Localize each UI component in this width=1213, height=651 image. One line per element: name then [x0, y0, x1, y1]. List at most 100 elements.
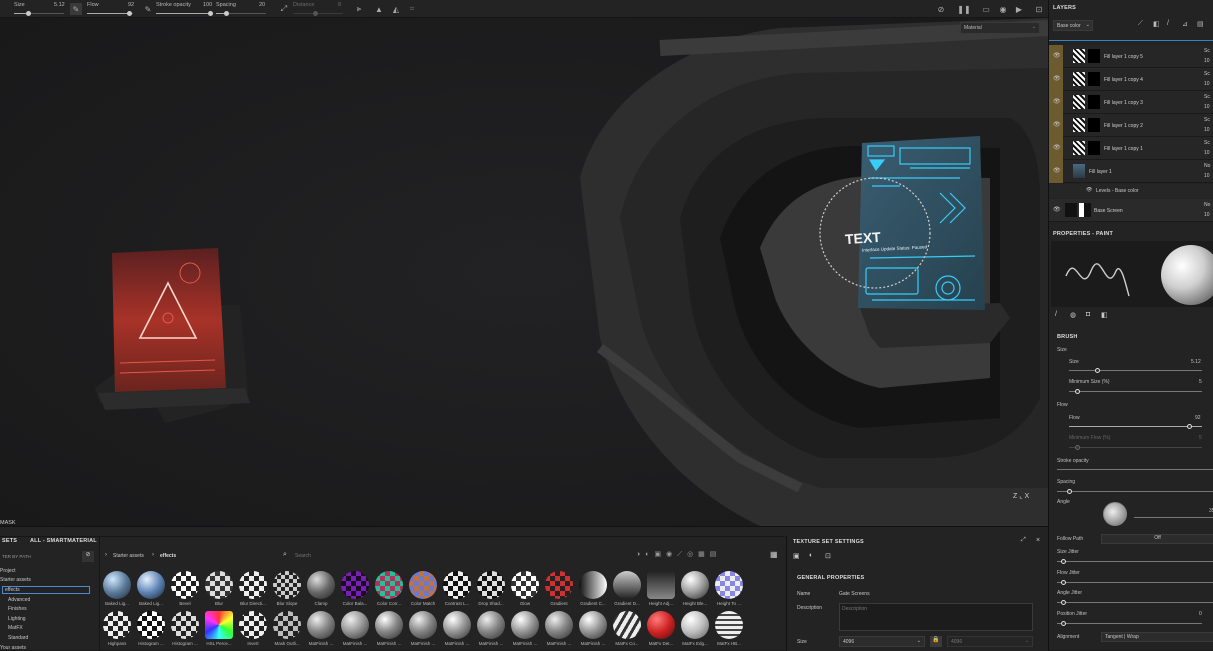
pressure-flow-icon[interactable]: ✎ — [142, 3, 154, 15]
material-thumb[interactable] — [647, 611, 675, 639]
layer-row-base[interactable]: 👁 Base Screen No 10 — [1049, 199, 1213, 222]
angle-jitter-slider[interactable] — [1057, 600, 1213, 605]
material-thumb[interactable] — [443, 611, 471, 639]
material-thumb[interactable] — [205, 611, 233, 639]
material-thumb[interactable] — [341, 571, 369, 599]
eye-icon[interactable]: 👁 — [1053, 144, 1061, 151]
material-thumb[interactable] — [409, 571, 437, 599]
layer-row[interactable]: 👁 Fill layer 1 copy 1 Sc 10 — [1049, 137, 1213, 160]
material-thumb[interactable] — [477, 571, 505, 599]
shelf-tab-sets[interactable]: SETS — [2, 538, 17, 544]
alignment-select[interactable]: Tangent | Wrap — [1101, 632, 1213, 642]
material-thumb[interactable] — [307, 611, 335, 639]
size-jitter-slider[interactable] — [1057, 559, 1213, 564]
maximize-icon[interactable]: ⤢ — [1021, 537, 1026, 544]
material-thumb[interactable] — [477, 611, 505, 639]
tree-item[interactable]: Your assets — [0, 645, 26, 651]
material-thumb[interactable] — [613, 611, 641, 639]
material-thumb[interactable] — [307, 571, 335, 599]
tree-item[interactable]: MatFX — [8, 625, 23, 631]
tree-item[interactable]: Starter assets — [0, 577, 31, 583]
material-thumb[interactable] — [137, 611, 165, 639]
flow-jitter-slider[interactable] — [1057, 580, 1213, 585]
layer-row[interactable]: 👁 Fill layer 1 copy 5 Sc 10 — [1049, 45, 1213, 68]
min-flow-slider[interactable] — [1069, 445, 1202, 450]
eye-icon[interactable]: 👁 — [1053, 75, 1061, 82]
material-thumb[interactable] — [137, 571, 165, 599]
eye-icon[interactable]: 👁 — [1053, 98, 1061, 105]
filter-row[interactable]: 👁 Levels - Base color — [1049, 184, 1213, 198]
tab-material-icon[interactable]: ◍ — [1070, 311, 1076, 319]
eye-icon[interactable]: 👁 — [1053, 121, 1061, 128]
3d-viewport[interactable]: TEXT Interface Update Status: Paused Mat… — [0, 18, 1048, 526]
material-thumb[interactable] — [545, 611, 573, 639]
uv-icon[interactable]: ⊡ — [825, 552, 831, 560]
material-thumb[interactable] — [205, 571, 233, 599]
material-thumb[interactable] — [239, 611, 267, 639]
tab-brush-icon[interactable]: / — [1055, 311, 1057, 318]
min-size-slider[interactable] — [1069, 389, 1202, 394]
symmetry-icon[interactable]: ⫸ — [353, 3, 365, 15]
distance-slider[interactable] — [293, 11, 343, 16]
pause-icon[interactable]: ❚❚ — [957, 3, 970, 15]
spacing-slider[interactable] — [1057, 489, 1213, 494]
material-thumb[interactable] — [681, 611, 709, 639]
stroke-opacity-slider[interactable] — [1057, 469, 1213, 470]
material-thumb[interactable] — [273, 611, 301, 639]
stroke-opacity-slider[interactable] — [156, 11, 213, 16]
material-thumb[interactable] — [647, 571, 675, 599]
angle-slider[interactable] — [1134, 517, 1213, 518]
tree-item[interactable]: Finishes — [8, 606, 27, 612]
close-icon[interactable]: × — [1036, 537, 1040, 544]
display-mode-select[interactable]: Material ⌄ — [960, 22, 1040, 34]
layer-row[interactable]: 👁 Fill layer 1 copy 4 Sc 10 — [1049, 68, 1213, 91]
lock-icon[interactable]: 🔒 — [930, 636, 942, 647]
shelf-tab-smartmaterial[interactable]: ALL - SMARTMATERIAL — [30, 538, 97, 544]
triangle-mirror-icon[interactable]: ▲ — [373, 3, 385, 15]
layer-row[interactable]: 👁 Fill layer 1 copy 3 Sc 10 — [1049, 91, 1213, 114]
material-thumb[interactable] — [171, 571, 199, 599]
pressure-size-icon[interactable]: ✎ — [70, 3, 82, 15]
folder-icon[interactable]: ▤ — [1197, 20, 1204, 28]
material-thumb[interactable] — [103, 571, 131, 599]
material-thumb[interactable] — [579, 611, 607, 639]
spacing-slider[interactable] — [216, 11, 266, 16]
material-thumb[interactable] — [715, 571, 743, 599]
flow-slider[interactable] — [87, 11, 133, 16]
video-icon[interactable]: ▶ — [1013, 3, 1025, 15]
lazy-mouse-icon[interactable]: ⤢ — [278, 3, 290, 15]
description-input[interactable] — [839, 603, 1033, 631]
add-effect-icon[interactable]: ⟋ — [1138, 20, 1143, 28]
angle-dial[interactable] — [1103, 502, 1127, 526]
size-select-2[interactable]: 4096 ⌄ — [947, 636, 1033, 647]
material-thumb[interactable] — [375, 611, 403, 639]
material-thumb[interactable] — [579, 571, 607, 599]
channel-select[interactable]: Base color ⌄ — [1053, 20, 1093, 31]
material-thumb[interactable] — [239, 571, 267, 599]
eye-icon[interactable]: 👁 — [1053, 167, 1061, 174]
grid-view-icon[interactable]: ▦ — [770, 550, 778, 559]
follow-path-select[interactable]: Off — [1101, 534, 1213, 544]
material-thumb[interactable] — [511, 571, 539, 599]
size-slider[interactable] — [1069, 368, 1202, 373]
add-mask-icon[interactable]: ◧ — [1153, 20, 1160, 28]
material-thumb[interactable] — [273, 571, 301, 599]
material-thumb[interactable] — [681, 571, 709, 599]
fill-icon[interactable]: ⊿ — [1182, 20, 1188, 28]
material-thumb[interactable] — [443, 571, 471, 599]
size-select[interactable]: 4096 ⌄ — [839, 636, 925, 647]
tab-alpha-icon[interactable]: ◘ — [1086, 311, 1090, 318]
search-input[interactable] — [295, 551, 475, 561]
material-thumb[interactable] — [103, 611, 131, 639]
tree-item[interactable]: Advanced — [8, 597, 30, 603]
tree-item[interactable]: Lighting — [8, 616, 26, 622]
tree-item[interactable]: Project — [0, 568, 16, 574]
texture-set-icon[interactable]: ▣ — [793, 552, 800, 560]
brush-icon[interactable]: / — [1167, 20, 1169, 27]
eye-icon[interactable]: 👁 — [1086, 187, 1092, 193]
tab-stencil-icon[interactable]: ◧ — [1101, 311, 1108, 319]
display-settings-icon[interactable]: ◉ — [997, 3, 1009, 15]
frame-icon[interactable]: ▭ — [980, 3, 992, 15]
material-thumb[interactable] — [409, 611, 437, 639]
layer-row[interactable]: 👁 Fill layer 1 No 10 — [1049, 160, 1213, 183]
